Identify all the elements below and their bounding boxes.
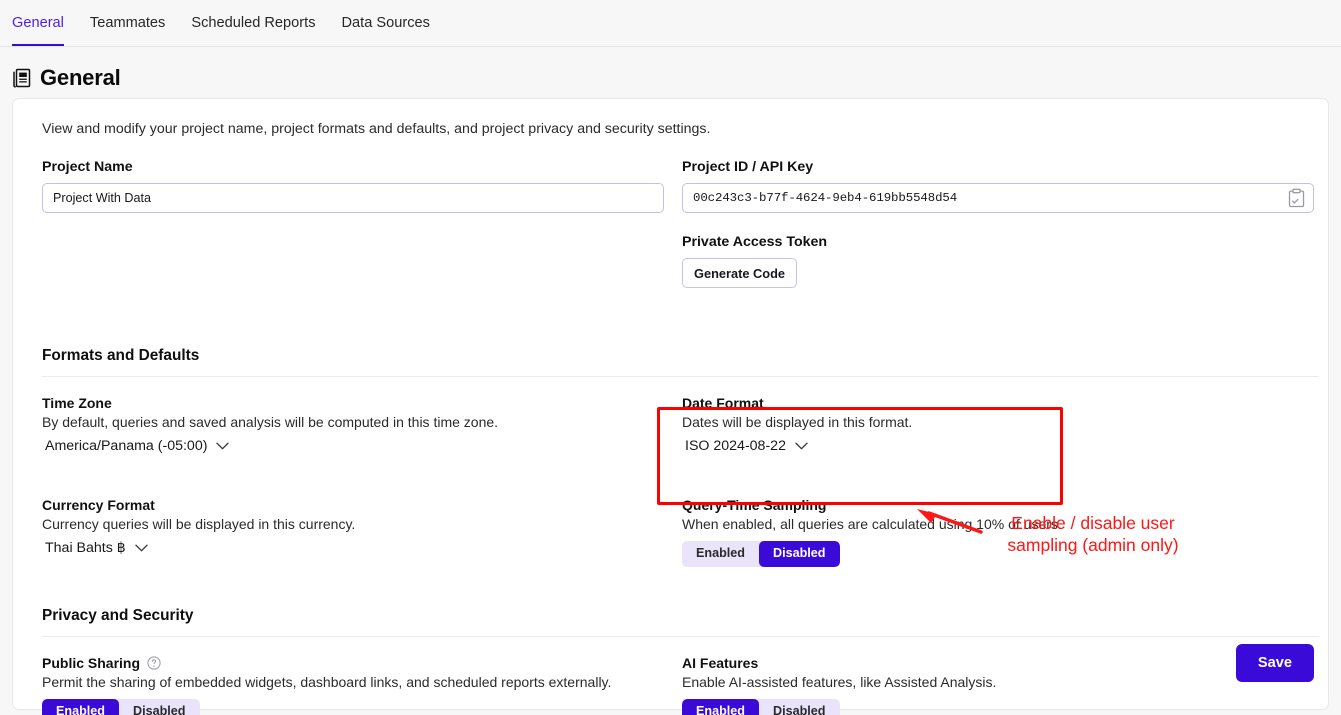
currency-select[interactable]: Thai Bahts ฿ (42, 540, 148, 556)
page-title: General (40, 65, 121, 90)
tab-scheduled-reports-label: Scheduled Reports (191, 15, 316, 31)
query-sampling-disabled-option[interactable]: Disabled (759, 541, 840, 567)
tab-scheduled-reports[interactable]: Scheduled Reports (191, 0, 315, 31)
privacy-section: Privacy and Security (31, 607, 1319, 637)
currency-value: Thai Bahts ฿ (45, 540, 126, 556)
private-access-token-label: Private Access Token (682, 234, 828, 250)
save-button[interactable]: Save (1235, 644, 1314, 682)
timezone-desc: By default, queries and saved analysis w… (42, 414, 499, 430)
chevron-down-icon (135, 544, 148, 552)
tab-teammates-label: Teammates (89, 15, 166, 31)
date-format-title: Date Format (682, 395, 764, 411)
formats-section: Formats and Defaults (31, 347, 1319, 377)
ai-features-desc: Enable AI-assisted features, like Assist… (682, 674, 997, 690)
ai-features-toggle: Enabled Disabled (682, 699, 840, 715)
tab-teammates[interactable]: Teammates (90, 0, 165, 31)
timezone-select[interactable]: America/Panama (-05:00) (42, 438, 230, 454)
timezone-value: America/Panama (-05:00) (45, 438, 208, 454)
public-sharing-toggle: Enabled Disabled (42, 699, 200, 715)
tab-data-sources-label: Data Sources (341, 15, 430, 31)
currency-desc: Currency queries will be displayed in th… (42, 516, 356, 532)
page-header: General (0, 47, 1341, 92)
date-format-value: ISO 2024-08-22 (685, 438, 786, 454)
formats-section-title: Formats and Defaults (42, 347, 200, 364)
ai-features-enabled-option[interactable]: Enabled (682, 699, 759, 715)
question-circle-icon[interactable] (147, 656, 161, 670)
settings-card: View and modify your project name, proje… (12, 98, 1329, 715)
query-sampling-desc: When enabled, all queries are calculated… (682, 516, 1062, 532)
generate-code-button[interactable]: Generate Code (682, 258, 798, 288)
ai-features-disabled-option[interactable]: Disabled (759, 699, 840, 715)
settings-page: General Teammates Scheduled Reports Data… (0, 0, 1341, 715)
card-intro-text: View and modify your project name, proje… (42, 121, 711, 137)
section-divider (42, 376, 1319, 377)
tab-bar: General Teammates Scheduled Reports Data… (0, 0, 1341, 47)
tab-data-sources[interactable]: Data Sources (342, 0, 430, 31)
query-sampling-title: Query-Time Sampling (682, 497, 827, 513)
timezone-title: Time Zone (42, 395, 112, 411)
document-icon (12, 68, 31, 88)
currency-title: Currency Format (42, 497, 155, 513)
public-sharing-title: Public Sharing (42, 655, 664, 671)
tab-general-label: General (12, 15, 64, 31)
section-divider (42, 636, 1319, 637)
project-name-label: Project Name (42, 159, 133, 175)
public-sharing-desc: Permit the sharing of embedded widgets, … (42, 674, 612, 690)
project-id-input[interactable]: 00c243c3-b77f-4624-9eb4-619bb5548d54 (682, 183, 1314, 213)
ai-features-title: AI Features (682, 655, 759, 671)
query-sampling-toggle: Enabled Disabled (682, 541, 840, 567)
query-sampling-enabled-option[interactable]: Enabled (682, 541, 759, 567)
privacy-section-title: Privacy and Security (42, 607, 194, 624)
tab-general[interactable]: General (12, 0, 64, 47)
clipboard-check-icon[interactable] (1288, 188, 1305, 208)
project-id-label: Project ID / API Key (682, 159, 814, 175)
public-sharing-disabled-option[interactable]: Disabled (119, 699, 200, 715)
date-format-select[interactable]: ISO 2024-08-22 (682, 438, 808, 454)
date-format-desc: Dates will be displayed in this format. (682, 414, 913, 430)
chevron-down-icon (216, 442, 230, 450)
project-name-input[interactable]: Project With Data (42, 183, 664, 213)
chevron-down-icon (795, 442, 808, 450)
public-sharing-enabled-option[interactable]: Enabled (42, 699, 119, 715)
